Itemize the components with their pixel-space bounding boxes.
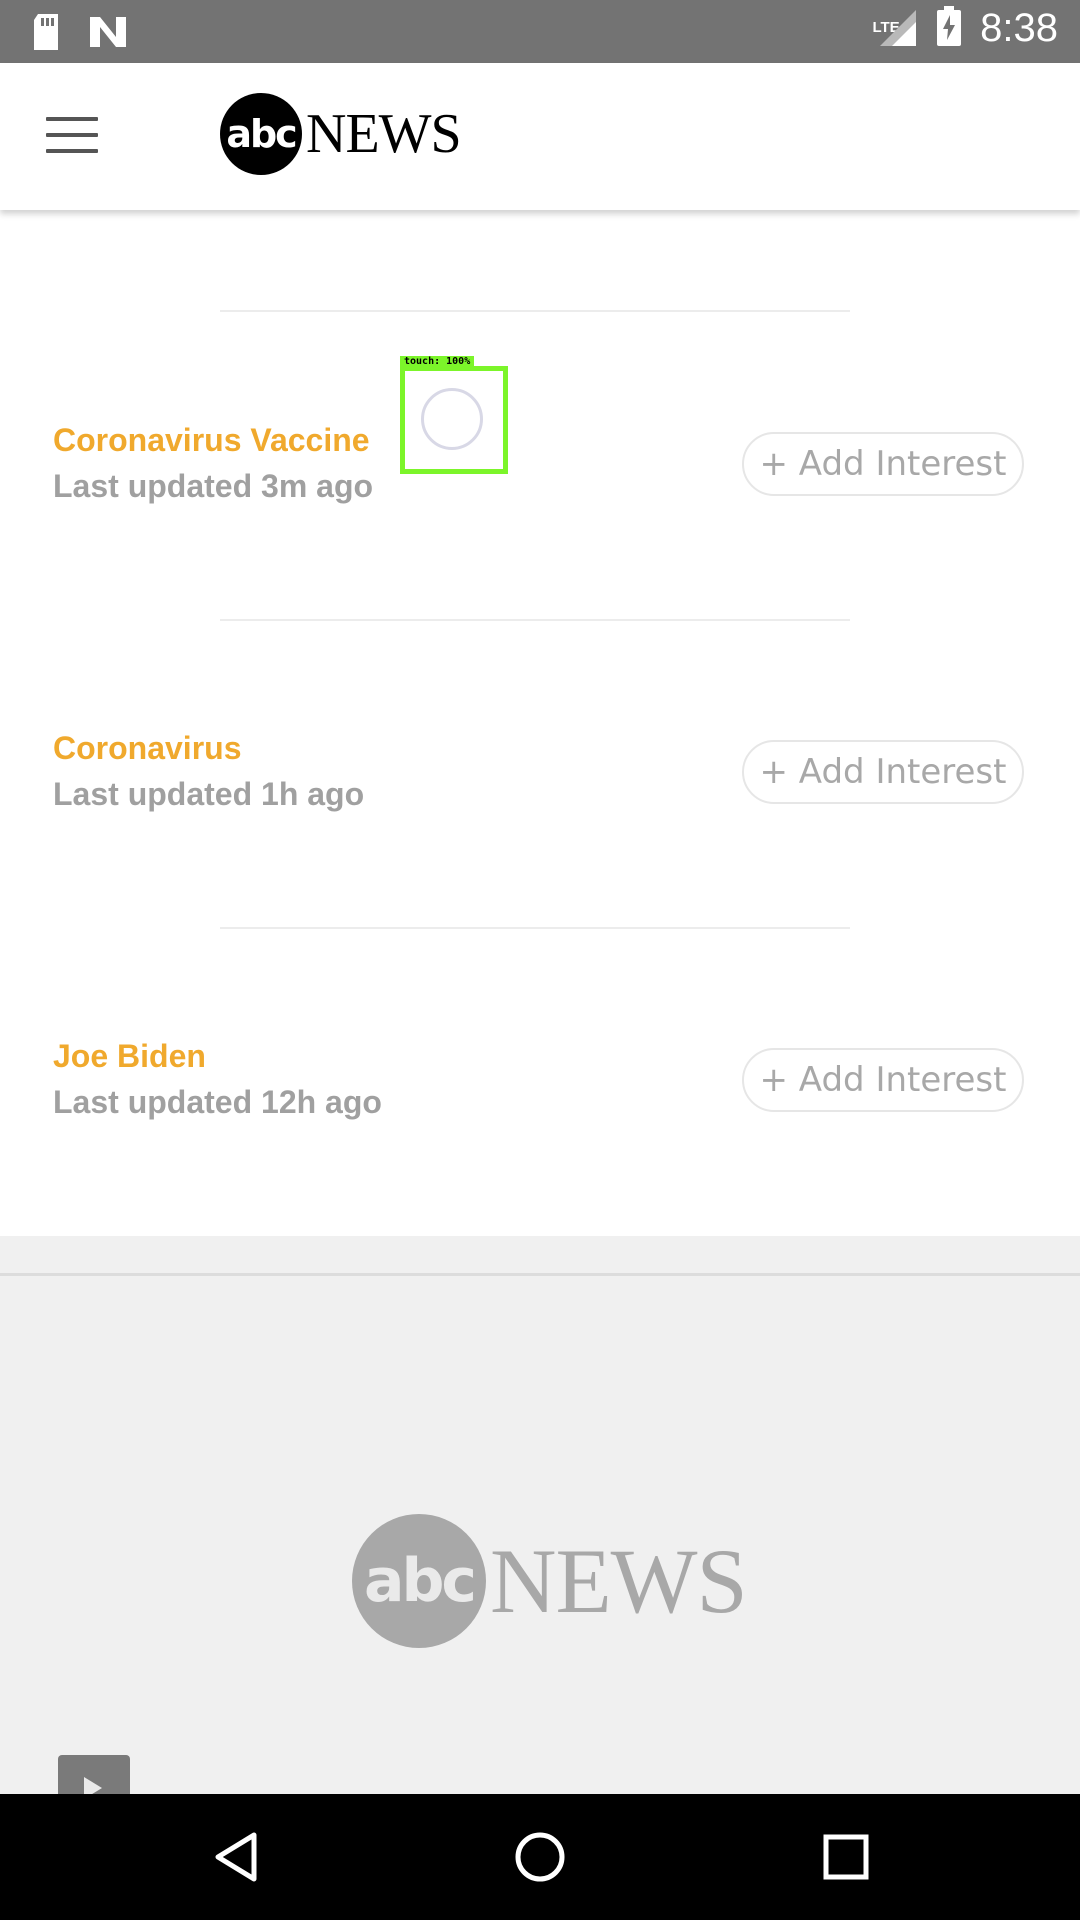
topic-updated: Last updated 12h ago: [53, 1084, 382, 1120]
status-bar: LTE 8:38: [0, 0, 1080, 63]
recents-icon[interactable]: [818, 1829, 874, 1885]
play-icon: [84, 1777, 102, 1794]
back-icon[interactable]: [208, 1829, 264, 1885]
navigation-bar: [0, 1794, 1080, 1920]
logo-mark: abc: [220, 93, 302, 175]
divider: [220, 927, 850, 929]
add-interest-button[interactable]: + Add Interest: [742, 432, 1024, 496]
topic-title[interactable]: Coronavirus: [53, 730, 241, 767]
abc-news-watermark: abc NEWS: [352, 1514, 748, 1648]
play-button[interactable]: [58, 1755, 130, 1794]
home-icon[interactable]: [512, 1829, 568, 1885]
signal-icon: LTE: [846, 6, 918, 51]
n-logo-icon: [88, 15, 128, 54]
divider: [220, 310, 850, 312]
topic-updated: Last updated 3m ago: [53, 468, 374, 504]
sd-card-icon: [30, 12, 62, 57]
app-header: abc NEWS: [0, 63, 1080, 210]
watermark-text: NEWS: [490, 1530, 748, 1632]
battery-charging-icon: [936, 6, 962, 51]
hamburger-menu-icon[interactable]: [46, 117, 98, 155]
video-placeholder: abc NEWS: [0, 1236, 1080, 1794]
topic-title[interactable]: Coronavirus Vaccine: [53, 422, 370, 459]
abc-news-logo: abc NEWS: [220, 93, 462, 175]
topic-title[interactable]: Joe Biden: [53, 1038, 206, 1075]
touch-ripple-icon: [421, 388, 483, 450]
divider: [0, 1273, 1080, 1276]
clock: 8:38: [980, 6, 1058, 50]
topic-updated: Last updated 1h ago: [53, 776, 365, 812]
divider: [220, 619, 850, 621]
add-interest-button[interactable]: + Add Interest: [742, 1048, 1024, 1112]
add-interest-button[interactable]: + Add Interest: [742, 740, 1024, 804]
logo-text: NEWS: [306, 103, 462, 165]
watermark-mark: abc: [352, 1514, 486, 1648]
